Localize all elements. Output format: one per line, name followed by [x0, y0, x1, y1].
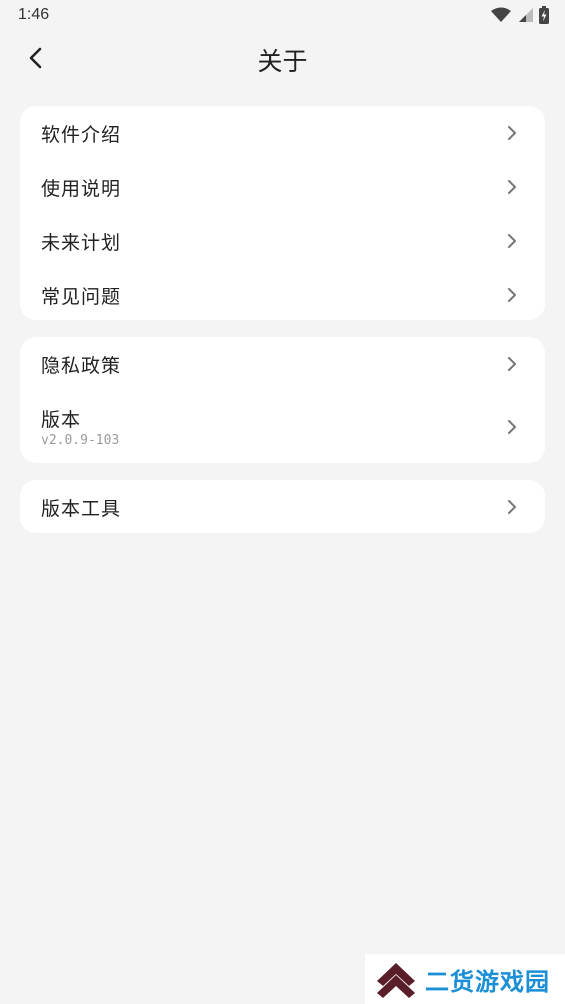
row-privacy-policy[interactable]: 隐私政策 — [20, 337, 545, 391]
row-software-intro[interactable]: 软件介绍 — [20, 106, 545, 160]
status-time: 1:46 — [18, 6, 50, 23]
chevron-right-icon — [508, 357, 516, 371]
chevron-right-icon — [508, 420, 516, 434]
row-faq[interactable]: 常见问题 — [20, 268, 545, 320]
battery-icon — [539, 6, 549, 24]
row-usage-guide[interactable]: 使用说明 — [20, 160, 545, 214]
header: 关于 — [0, 32, 565, 84]
about-group-2: 隐私政策 版本 v2.0.9-103 — [20, 337, 545, 463]
about-group-1: 软件介绍 使用说明 未来计划 常见问题 — [20, 106, 545, 320]
double-chevron-up-logo-icon — [377, 963, 415, 998]
row-version-tools[interactable]: 版本工具 — [20, 480, 545, 533]
row-version[interactable]: 版本 v2.0.9-103 — [20, 391, 545, 463]
watermark-text: 二货游戏园 — [425, 967, 550, 996]
status-bar: 1:46 — [0, 0, 565, 32]
chevron-right-icon — [508, 234, 516, 248]
row-label: 版本 — [41, 409, 82, 431]
row-label: 隐私政策 — [41, 355, 122, 377]
status-icons — [491, 6, 549, 24]
version-number: v2.0.9-103 — [41, 433, 120, 448]
row-label: 软件介绍 — [41, 124, 122, 146]
chevron-right-icon — [508, 180, 516, 194]
row-label: 常见问题 — [41, 286, 122, 308]
signal-icon — [519, 8, 533, 22]
chevron-right-icon — [508, 500, 516, 514]
row-label: 未来计划 — [41, 232, 122, 254]
wifi-icon — [491, 7, 511, 22]
row-future-plans[interactable]: 未来计划 — [20, 214, 545, 268]
about-group-3: 版本工具 — [20, 480, 545, 533]
row-label: 版本工具 — [41, 498, 122, 520]
watermark: 二货游戏园 — [365, 954, 565, 1004]
chevron-right-icon — [508, 126, 516, 140]
row-label: 使用说明 — [41, 178, 122, 200]
chevron-right-icon — [508, 288, 516, 302]
page-title: 关于 — [257, 47, 308, 76]
